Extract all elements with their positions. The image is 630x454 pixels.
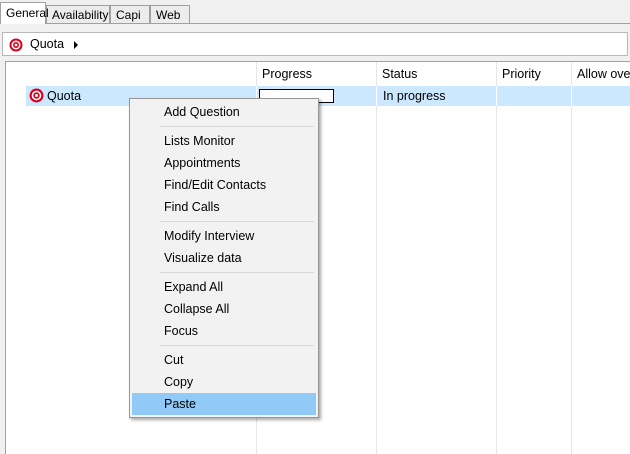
column-divider — [496, 62, 497, 454]
menu-separator — [160, 221, 314, 222]
menu-item-paste[interactable]: Paste — [132, 393, 316, 415]
target-icon — [29, 88, 44, 106]
menu-item-collapse-all[interactable]: Collapse All — [132, 298, 316, 320]
tab-availability[interactable]: Availability — [46, 5, 110, 23]
cell-divider — [571, 86, 572, 106]
menu-separator — [160, 272, 314, 273]
column-header-allow[interactable]: Allow ove — [577, 67, 630, 81]
tab-bar: General Availability Capi Web — [0, 0, 630, 24]
breadcrumb-label[interactable]: Quota — [30, 37, 64, 51]
menu-item-find-edit-contacts[interactable]: Find/Edit Contacts — [132, 174, 316, 196]
menu-item-add-question[interactable]: Add Question — [132, 101, 316, 123]
menu-item-focus[interactable]: Focus — [132, 320, 316, 342]
breadcrumb: Quota — [2, 32, 628, 56]
tab-general[interactable]: General — [0, 2, 49, 24]
cell-divider — [376, 86, 377, 106]
row-status: In progress — [383, 89, 446, 103]
column-header-progress[interactable]: Progress — [262, 67, 312, 81]
chevron-right-icon[interactable] — [74, 41, 78, 49]
column-header-priority[interactable]: Priority — [502, 67, 541, 81]
menu-item-appointments[interactable]: Appointments — [132, 152, 316, 174]
menu-item-visualize-data[interactable]: Visualize data — [132, 247, 316, 269]
tab-web[interactable]: Web — [150, 5, 190, 23]
menu-item-copy[interactable]: Copy — [132, 371, 316, 393]
menu-separator — [160, 345, 314, 346]
cell-divider — [496, 86, 497, 106]
tab-capi[interactable]: Capi — [110, 5, 150, 23]
column-header-status[interactable]: Status — [382, 67, 417, 81]
column-divider — [571, 62, 572, 454]
menu-item-expand-all[interactable]: Expand All — [132, 276, 316, 298]
menu-item-modify-interview[interactable]: Modify Interview — [132, 225, 316, 247]
menu-item-lists-monitor[interactable]: Lists Monitor — [132, 130, 316, 152]
target-icon — [9, 38, 23, 55]
context-menu: Add Question Lists Monitor Appointments … — [129, 98, 319, 418]
menu-item-cut[interactable]: Cut — [132, 349, 316, 371]
column-divider — [376, 62, 377, 454]
row-name[interactable]: Quota — [47, 89, 81, 103]
menu-item-find-calls[interactable]: Find Calls — [132, 196, 316, 218]
menu-separator — [160, 126, 314, 127]
